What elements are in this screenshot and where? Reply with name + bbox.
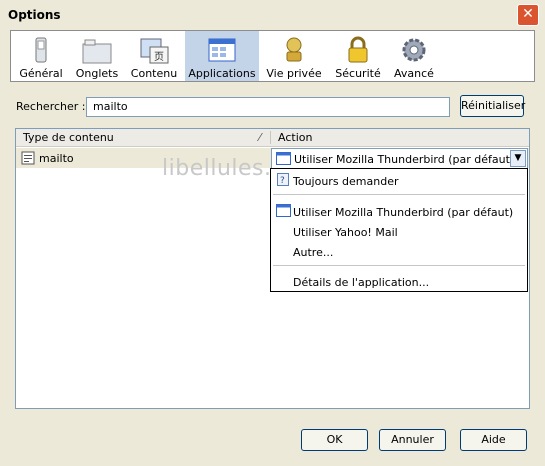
pane-content[interactable]: 页 Contenu [123, 31, 185, 81]
row-type: mailto [39, 152, 74, 165]
preferences-toolbar: Général Onglets 页 Contenu Applications V… [10, 30, 535, 82]
chevron-down-icon[interactable]: ▼ [510, 150, 526, 167]
content-icon: 页 [140, 38, 169, 64]
thunderbird-icon [276, 204, 291, 217]
close-icon: ✕ [522, 6, 534, 22]
menu-item-use-yahoo-mail[interactable]: Utiliser Yahoo! Mail [293, 226, 398, 239]
title-bar: Options ✕ [0, 0, 545, 30]
search-label: Rechercher : [16, 100, 86, 113]
svg-text:?: ? [280, 176, 285, 186]
pane-security[interactable]: Sécurité [329, 31, 387, 81]
tabs-icon [82, 39, 112, 64]
menu-item-use-thunderbird[interactable]: Utiliser Mozilla Thunderbird (par défaut… [293, 206, 513, 219]
mailto-icon [21, 151, 35, 165]
menu-item-other[interactable]: Autre... [293, 246, 333, 259]
privacy-icon [286, 37, 302, 62]
general-icon [35, 37, 47, 63]
close-button[interactable]: ✕ [517, 4, 539, 26]
window-title: Options [8, 8, 61, 22]
gear-icon [402, 38, 426, 62]
pane-tabs[interactable]: Onglets [71, 31, 123, 81]
menu-item-application-details[interactable]: Détails de l'application... [293, 276, 429, 289]
action-dropdown-menu: ? Toujours demander Utiliser Mozilla Thu… [270, 168, 528, 292]
help-button[interactable]: Aide [460, 429, 527, 451]
svg-text:页: 页 [154, 51, 164, 63]
menu-separator [273, 265, 525, 266]
ask-icon: ? [277, 173, 289, 186]
sort-icon: ⁄ [259, 131, 261, 144]
reset-button[interactable]: Réinitialiser [460, 95, 525, 117]
menu-item-always-ask[interactable]: Toujours demander [293, 175, 399, 188]
search-input[interactable]: mailto [86, 97, 450, 117]
applications-icon [208, 38, 236, 62]
pane-privacy[interactable]: Vie privée [259, 31, 329, 81]
thunderbird-icon [276, 152, 291, 165]
pane-general[interactable]: Général [11, 31, 71, 81]
action-select-value: Utiliser Mozilla Thunderbird (par défaut… [294, 153, 515, 166]
menu-separator [273, 194, 525, 195]
column-header-action[interactable]: Action [278, 131, 312, 144]
action-select[interactable]: Utiliser Mozilla Thunderbird (par défaut… [271, 148, 528, 169]
ok-button[interactable]: OK [301, 429, 368, 451]
lock-icon [348, 36, 368, 63]
pane-applications[interactable]: Applications [185, 31, 259, 81]
table-header: Type de contenu ⁄ Action [16, 129, 529, 147]
column-divider[interactable] [270, 131, 271, 144]
cancel-button[interactable]: Annuler [379, 429, 446, 451]
column-header-type[interactable]: Type de contenu [23, 131, 114, 144]
pane-advanced[interactable]: Avancé [387, 31, 441, 81]
